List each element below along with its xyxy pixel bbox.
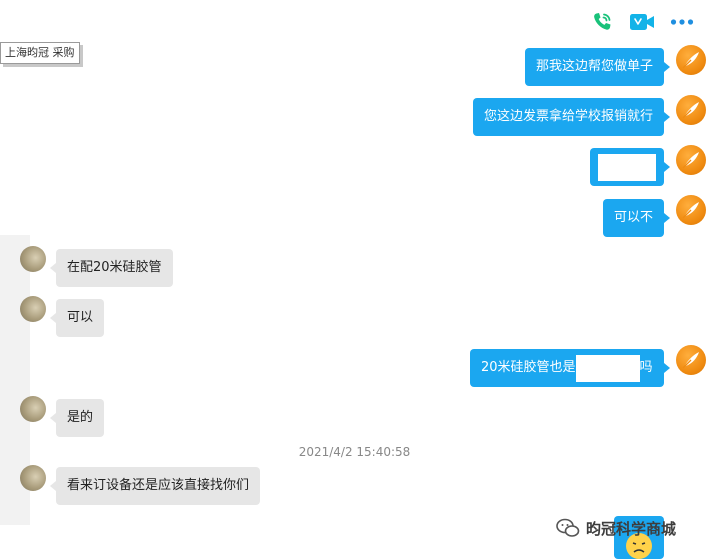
message-text: 可以 bbox=[67, 310, 94, 325]
outgoing-message-redacted[interactable] bbox=[590, 148, 670, 186]
watermark: 昀冠科学商城 bbox=[556, 514, 676, 542]
incoming-message[interactable]: 在配20米硅胶管 bbox=[50, 249, 173, 287]
message-text: 看来订设备还是应该直接找你们 bbox=[67, 478, 250, 493]
chat-toolbar bbox=[589, 8, 695, 36]
contact-name-tooltip: 上海昀冠 采购 bbox=[0, 42, 80, 64]
outgoing-message[interactable]: 那我这边帮您做单子 bbox=[525, 48, 671, 86]
watermark-text: 昀冠科学商城 bbox=[586, 519, 677, 538]
contact-avatar[interactable] bbox=[20, 246, 46, 272]
video-camera-icon[interactable] bbox=[629, 9, 655, 35]
self-avatar[interactable] bbox=[676, 195, 706, 225]
contact-avatar[interactable] bbox=[20, 465, 46, 491]
redacted-content bbox=[575, 354, 640, 382]
outgoing-message[interactable]: 可以不 bbox=[603, 199, 671, 237]
feather-logo-icon bbox=[682, 52, 699, 69]
message-text: 在配20米硅胶管 bbox=[67, 260, 162, 275]
incoming-message[interactable]: 看来订设备还是应该直接找你们 bbox=[49, 467, 261, 505]
outgoing-message[interactable]: 20米硅胶管也是 吗 bbox=[470, 349, 670, 387]
wechat-official-account-icon bbox=[556, 518, 580, 537]
self-avatar[interactable] bbox=[676, 45, 706, 75]
feather-logo-icon bbox=[682, 102, 699, 119]
message-text-suffix: 吗 bbox=[639, 360, 653, 375]
feather-logo-icon bbox=[682, 152, 699, 169]
incoming-message[interactable]: 可以 bbox=[49, 299, 105, 337]
redacted-content bbox=[598, 153, 656, 181]
self-avatar[interactable] bbox=[676, 145, 706, 175]
message-text: 可以不 bbox=[614, 210, 654, 225]
feather-logo-icon bbox=[682, 202, 699, 219]
message-text: 您这边发票拿给学校报销就行 bbox=[484, 109, 654, 124]
message-text-prefix: 20米硅胶管也是 bbox=[481, 360, 576, 375]
outgoing-message[interactable]: 您这边发票拿给学校报销就行 bbox=[473, 98, 671, 136]
self-avatar[interactable] bbox=[676, 95, 706, 125]
message-timestamp: 2021/4/2 15:40:58 bbox=[298, 445, 411, 459]
phone-icon[interactable] bbox=[589, 9, 615, 35]
message-text: 那我这边帮您做单子 bbox=[536, 59, 654, 74]
self-avatar[interactable] bbox=[676, 345, 706, 375]
more-dots-icon[interactable] bbox=[669, 9, 695, 35]
contact-avatar[interactable] bbox=[20, 296, 46, 322]
incoming-message[interactable]: 是的 bbox=[49, 399, 105, 437]
contact-avatar[interactable] bbox=[20, 396, 46, 422]
message-text: 是的 bbox=[67, 410, 94, 425]
feather-logo-icon bbox=[682, 352, 699, 369]
